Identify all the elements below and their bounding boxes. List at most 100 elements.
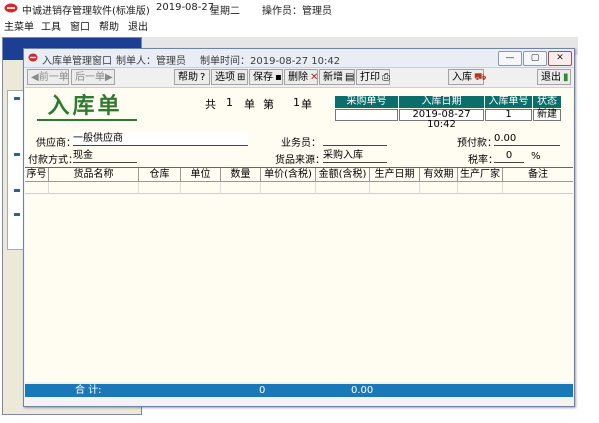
totals-label: 合 计: xyxy=(75,385,102,396)
info-stockin-no[interactable]: 1 xyxy=(485,109,532,121)
count-total-label: 共 xyxy=(205,98,216,111)
info-date[interactable]: 2019-08-27 10:42 xyxy=(399,109,484,130)
prepay-field[interactable]: 0.00 xyxy=(494,132,560,146)
toolbar: ◀前一单 后一单▶ 帮助? 选项 ⊞ 保存 ▪ 删除 ✕ 新增 ▤ 打印 ⎙ 入库 ⛟ 退出… xyxy=(25,68,573,88)
col-amount[interactable]: 金额(含税) xyxy=(316,168,370,181)
next-record-button[interactable]: 后一单▶ xyxy=(71,69,115,85)
form-title: 入库单 xyxy=(47,94,123,119)
items-grid: 序号 货品名称 仓库 单位 数量 单价(含税) 金额(含税) 生产日期 有效期 … xyxy=(25,167,573,382)
grid-cell[interactable] xyxy=(139,182,181,194)
save-button[interactable]: 保存 ▪ xyxy=(249,69,283,85)
col-note[interactable]: 备注 xyxy=(503,168,573,181)
grid-cell[interactable] xyxy=(316,182,370,194)
options-label: 选项 xyxy=(215,72,235,83)
col-price[interactable]: 单价(含税) xyxy=(261,168,316,181)
main-menu-bar: 主菜单 工具 窗口 帮助 退出 xyxy=(0,17,599,33)
app-title-bar: 中诚进销存管理软件(标准版) 2019-08-27 星期二 操作员：管理员 xyxy=(0,0,599,17)
col-prod-date[interactable]: 生产日期 xyxy=(370,168,420,181)
grid-cell[interactable] xyxy=(458,182,503,194)
options-icon: ⊞ xyxy=(237,72,246,83)
help-label: 帮助 xyxy=(178,72,198,83)
add-icon: ▤ xyxy=(345,72,355,83)
close-button[interactable]: ✕ xyxy=(548,51,572,66)
col-warehouse[interactable]: 仓库 xyxy=(139,168,181,181)
info-header-stockin-no: 入库单号 xyxy=(485,96,532,108)
print-label: 打印 xyxy=(360,72,380,83)
col-index[interactable]: 序号 xyxy=(25,168,49,181)
window-time: 制单时间：2019-08-27 10:42 xyxy=(200,56,341,67)
maximize-button[interactable]: ▢ xyxy=(523,51,547,66)
stock-in-label: 入库 xyxy=(452,72,472,83)
menu-exit[interactable]: 退出 xyxy=(128,18,148,33)
col-qty[interactable]: 数量 xyxy=(221,168,261,181)
grid-cell[interactable] xyxy=(49,182,139,194)
col-name[interactable]: 货品名称 xyxy=(49,168,139,181)
salesman-field[interactable] xyxy=(323,132,387,146)
grid-cell[interactable] xyxy=(181,182,221,194)
printer-icon: ⎙ xyxy=(382,72,390,83)
grid-cell[interactable] xyxy=(261,182,316,194)
grid-header: 序号 货品名称 仓库 单位 数量 单价(含税) 金额(含税) 生产日期 有效期 … xyxy=(25,168,573,182)
delete-label: 删除 xyxy=(288,72,308,83)
minimize-button[interactable]: — xyxy=(498,51,522,66)
source-field[interactable]: 采购入库 xyxy=(323,149,387,163)
menu-help[interactable]: 帮助 xyxy=(99,18,119,33)
grid-cell[interactable] xyxy=(420,182,458,194)
stock-in-button[interactable]: 入库 ⛟ xyxy=(448,69,487,85)
add-button[interactable]: 新增 ▤ xyxy=(319,69,355,85)
prev-record-label: ◀前一单 xyxy=(31,72,69,83)
info-purchase-no[interactable] xyxy=(335,109,398,121)
window-titlebar: 入库单管理窗口 制单人：管理员 制单时间：2019-08-27 10:42 — … xyxy=(24,49,574,68)
prepay-label: 预付款： xyxy=(457,138,497,149)
count-index: 1 xyxy=(293,96,300,109)
record-info-table: 采购单号 入库日期 入库单号 状态 2019-08-27 10:42 1 新建 xyxy=(335,96,561,130)
save-label: 保存 xyxy=(253,72,273,83)
grid-cell[interactable] xyxy=(221,182,261,194)
exit-label: 退出 xyxy=(541,72,561,83)
col-expiry[interactable]: 有效期 xyxy=(420,168,458,181)
delete-button[interactable]: 删除 ✕ xyxy=(284,69,318,85)
app-weekday: 星期二 xyxy=(210,6,240,17)
next-record-label: 后一单▶ xyxy=(75,72,113,83)
col-unit[interactable]: 单位 xyxy=(181,168,221,181)
form-title-underline xyxy=(37,119,137,121)
menu-window[interactable]: 窗口 xyxy=(70,18,90,33)
app-title: 中诚进销存管理软件(标准版) xyxy=(22,6,150,17)
add-label: 新增 xyxy=(323,72,343,83)
count-index-label: 第 xyxy=(263,98,274,111)
totals-quantity: 0 xyxy=(259,385,266,396)
stock-in-window: 入库单管理窗口 制单人：管理员 制单时间：2019-08-27 10:42 — … xyxy=(23,48,575,407)
grid-cell[interactable] xyxy=(25,182,49,194)
info-header-status: 状态 xyxy=(533,96,561,108)
window-maker: 制单人：管理员 xyxy=(116,56,186,67)
prev-record-button[interactable]: ◀前一单 xyxy=(27,69,69,85)
app-logo-icon xyxy=(4,3,18,13)
payment-field[interactable]: 现金 xyxy=(73,149,137,163)
window-logo-icon xyxy=(28,53,38,62)
help-icon: ? xyxy=(200,72,206,83)
grid-cell[interactable] xyxy=(370,182,420,194)
help-button[interactable]: 帮助? xyxy=(174,69,210,85)
exit-button[interactable]: 退出 ▮ xyxy=(537,69,571,85)
totals-bar: 合 计: 0 0.00 xyxy=(25,384,573,397)
info-header-purchase-no: 采购单号 xyxy=(335,96,398,108)
app-operator: 操作员：管理员 xyxy=(262,6,332,17)
options-button[interactable]: 选项 ⊞ xyxy=(211,69,248,85)
count-total: 1 xyxy=(226,96,233,109)
info-status: 新建 xyxy=(533,109,561,121)
exit-icon: ▮ xyxy=(563,72,569,83)
delete-icon: ✕ xyxy=(310,72,319,83)
col-maker[interactable]: 生产厂家 xyxy=(458,168,503,181)
print-button[interactable]: 打印 ⎙ xyxy=(356,69,390,85)
tax-field[interactable]: 0 xyxy=(494,149,524,163)
window-bottom-bar xyxy=(25,397,573,406)
window-title: 入库单管理窗口 xyxy=(42,56,112,67)
tax-unit: % xyxy=(531,151,541,162)
grid-cell[interactable] xyxy=(503,182,573,194)
form-area: 入库单 共 1 单 第 1 单 采购单号 入库日期 入库单号 状态 2019-0… xyxy=(25,88,573,382)
menu-main[interactable]: 主菜单 xyxy=(4,18,34,33)
supplier-field[interactable]: 一般供应商 xyxy=(73,132,248,146)
menu-tools[interactable]: 工具 xyxy=(41,18,61,33)
app-date: 2019-08-27 xyxy=(156,2,215,13)
payment-label: 付款方式： xyxy=(28,155,78,166)
